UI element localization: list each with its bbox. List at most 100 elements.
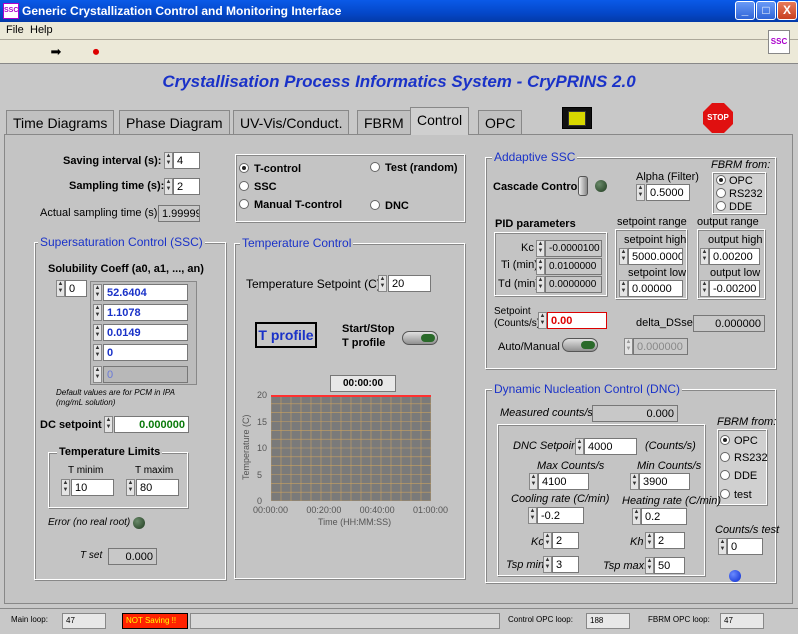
dnc-kh-spinner[interactable]: ▲ ▼ — [645, 532, 654, 549]
sp-low-input[interactable]: 0.00000 — [628, 280, 683, 297]
stop-circle-icon[interactable]: ⏺ — [86, 42, 106, 61]
tab-uv-vis[interactable]: UV-Vis/Conduct. — [233, 110, 350, 134]
min-counts-spinner[interactable]: ▲ ▼ — [630, 473, 639, 490]
heating-rate-spinner[interactable]: ▲ ▼ — [632, 508, 641, 525]
sp-high-spinner[interactable]: ▲ ▼ — [619, 248, 628, 265]
dnc-radio-rs232[interactable] — [720, 452, 730, 462]
coeff-spinner-3[interactable]: ▲ ▼ — [93, 344, 102, 361]
tmax-spinner[interactable]: ▲ ▼ — [126, 479, 135, 496]
dnc-kh-input[interactable]: 2 — [654, 532, 685, 549]
tsp-max-spinner[interactable]: ▲ ▼ — [645, 557, 654, 574]
counts-test-spinner[interactable]: ▲ ▼ — [718, 538, 727, 555]
pid-ti-spinner[interactable]: ▲ ▼ — [536, 258, 545, 275]
max-counts-input[interactable]: 4100 — [538, 473, 589, 490]
dnc-setpoint-input[interactable]: 4000 — [584, 438, 637, 455]
radio-test[interactable] — [370, 162, 380, 172]
cooling-rate-input[interactable]: -0.2 — [537, 507, 584, 524]
coeff-3[interactable]: 0 — [103, 344, 188, 361]
dnc-kc-spinner[interactable]: ▲ ▼ — [543, 532, 552, 549]
alpha-input[interactable]: 0.5000 — [646, 184, 690, 201]
tmax-input[interactable]: 80 — [136, 479, 179, 496]
tab-control[interactable]: Control — [410, 107, 470, 135]
counts-test-input[interactable]: 0 — [727, 538, 763, 555]
index-spinner[interactable]: ▲ ▼ — [56, 280, 65, 297]
manual-spinner[interactable]: ▲ ▼ — [624, 338, 633, 355]
dc-setpoint-spinner[interactable]: ▲ ▼ — [104, 416, 113, 433]
tab-phase-diagram[interactable]: Phase Diagram — [119, 110, 230, 134]
coeff-2[interactable]: 0.0149 — [103, 324, 188, 341]
sp-low-spinner[interactable]: ▲ ▼ — [619, 280, 628, 297]
cooling-rate-spinner[interactable]: ▲ ▼ — [528, 507, 537, 524]
status-bar: Main loop: 47 NOT Saving !! Control OPC … — [0, 608, 798, 634]
assc-radio-dde[interactable] — [716, 201, 726, 211]
tsp-min-spinner[interactable]: ▲ ▼ — [543, 556, 552, 573]
min-counts-input[interactable]: 3900 — [639, 473, 690, 490]
coeff-spinner-4[interactable]: ▲ ▼ — [93, 366, 102, 383]
tmin-input[interactable]: 10 — [71, 479, 114, 496]
maximize-button[interactable]: □ — [756, 1, 776, 20]
y-tick-label: 10 — [257, 443, 268, 453]
out-high-spinner[interactable]: ▲ ▼ — [700, 248, 709, 265]
out-high-input[interactable]: 0.00200 — [709, 248, 760, 265]
close-button[interactable]: X — [777, 1, 797, 20]
coeff-1[interactable]: 1.1078 — [103, 304, 188, 321]
menu-file[interactable]: File — [6, 24, 24, 36]
radio-t-control[interactable] — [239, 163, 249, 173]
start-stop-toggle[interactable] — [402, 331, 438, 345]
temp-setpoint-spinner[interactable]: ▲ ▼ — [378, 275, 387, 292]
coeff-4[interactable]: 0 — [103, 366, 188, 383]
dnc-radio-dde[interactable] — [720, 470, 730, 480]
coeff-spinner-2[interactable]: ▲ ▼ — [93, 324, 102, 341]
pid-td-input[interactable]: 0.0000000 — [545, 276, 602, 293]
assc-radio-rs232[interactable] — [716, 188, 726, 198]
stop-button[interactable]: STOP — [703, 103, 733, 133]
dnc-setpoint-spinner[interactable]: ▲ ▼ — [575, 438, 584, 455]
coeff-spinner-0[interactable]: ▲ ▼ — [93, 284, 102, 301]
sp-high-input[interactable]: 5000.0000 — [628, 248, 683, 265]
pid-td-spinner[interactable]: ▲ ▼ — [536, 276, 545, 293]
out-low-input[interactable]: -0.00200 — [709, 280, 760, 297]
dnc-setpoint-label: DNC Setpoint — [513, 440, 581, 452]
heating-rate-input[interactable]: 0.2 — [641, 508, 687, 525]
tmin-label: T minim — [68, 465, 104, 476]
coeff-0[interactable]: 52.6404 — [103, 284, 188, 301]
tab-fbrm[interactable]: FBRM — [357, 110, 411, 134]
assc-setpoint-spinner[interactable]: ▲ ▼ — [538, 312, 547, 329]
radio-manual[interactable] — [239, 199, 249, 209]
t-profile-button[interactable]: T profile — [255, 322, 317, 348]
assc-radio-opc[interactable] — [716, 175, 726, 185]
max-counts-spinner[interactable]: ▲ ▼ — [529, 473, 538, 490]
cascade-toggle[interactable] — [578, 176, 588, 196]
index-input[interactable]: 0 — [65, 280, 87, 297]
dnc-kh-label: Kh — [630, 536, 644, 548]
sampling-time-spinner[interactable]: ▲ ▼ — [164, 178, 173, 195]
coeff-spinner-1[interactable]: ▲ ▼ — [93, 304, 102, 321]
dnc-radio-opc[interactable] — [720, 435, 730, 445]
saving-interval-input[interactable]: 4 — [173, 152, 200, 169]
tab-time-diagrams[interactable]: Time Diagrams — [6, 110, 115, 134]
saving-interval-spinner[interactable]: ▲ ▼ — [164, 152, 173, 169]
tsp-max-input[interactable]: 50 — [654, 557, 685, 574]
radio-dnc[interactable] — [370, 200, 380, 210]
dc-setpoint-input[interactable]: 0.000000 — [114, 416, 189, 433]
dnc-title: Dynamic Nucleation Control (DNC) — [492, 382, 683, 396]
pid-kc-input[interactable]: -0.0000100 — [545, 240, 602, 257]
temp-setpoint-input[interactable]: 20 — [388, 275, 431, 292]
tab-opc[interactable]: OPC — [478, 110, 523, 134]
out-low-spinner[interactable]: ▲ ▼ — [700, 280, 709, 297]
menu-help[interactable]: Help — [30, 24, 53, 36]
tmin-spinner[interactable]: ▲ ▼ — [61, 479, 70, 496]
sampling-time-input[interactable]: 2 — [173, 178, 200, 195]
arrow-right-icon[interactable]: ➡ — [46, 42, 66, 61]
automan-toggle[interactable] — [562, 338, 598, 352]
radio-ssc[interactable] — [239, 181, 249, 191]
minimize-button[interactable]: _ — [735, 1, 755, 20]
assc-setpoint-input[interactable]: 0.00 — [547, 312, 607, 329]
alpha-spinner[interactable]: ▲ ▼ — [636, 184, 645, 201]
pid-kc-spinner[interactable]: ▲ ▼ — [536, 240, 545, 257]
tsp-min-input[interactable]: 3 — [552, 556, 579, 573]
dnc-radio-test[interactable] — [720, 489, 730, 499]
save-button[interactable] — [562, 107, 592, 129]
pid-ti-input[interactable]: 0.0100000 — [545, 258, 602, 275]
dnc-kc-input[interactable]: 2 — [552, 532, 579, 549]
